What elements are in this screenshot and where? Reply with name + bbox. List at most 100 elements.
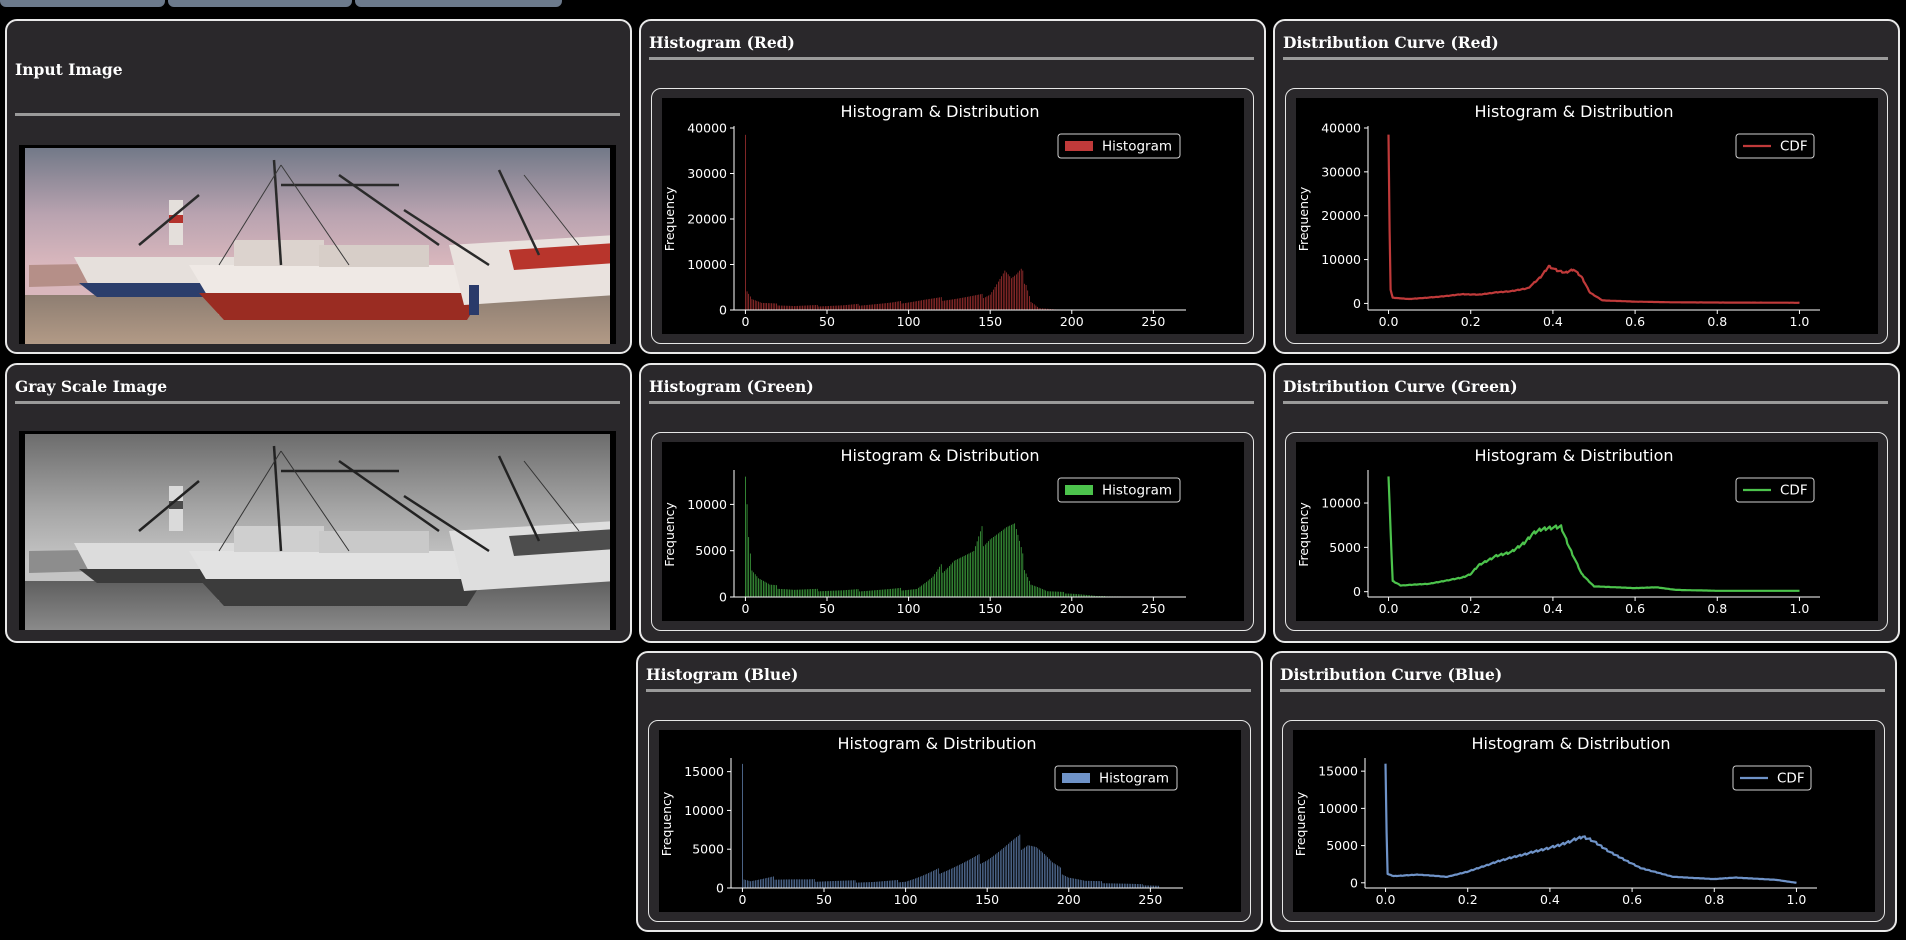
title-divider: [1280, 689, 1885, 692]
x-tick-label: 0.0: [1376, 892, 1396, 907]
histogram-bar: [971, 295, 973, 310]
histogram-bar: [970, 858, 972, 888]
histogram-bar: [1084, 880, 1086, 888]
histogram-bar: [873, 304, 875, 310]
histogram-bar: [874, 881, 875, 888]
histogram-bar: [785, 305, 787, 310]
x-tick-label: 0.6: [1625, 601, 1645, 616]
y-tick-label: 5000: [1326, 838, 1358, 853]
y-tick-label: 15000: [684, 764, 724, 779]
histogram-bar: [942, 872, 944, 888]
histogram-bar: [944, 571, 945, 597]
histogram-bar: [900, 301, 901, 310]
top-tab-2[interactable]: [168, 0, 352, 7]
chart-frame: Histogram & Distribution Frequency 0 50 100 1…: [651, 88, 1254, 344]
y-tick-label: 15000: [1318, 764, 1358, 779]
histogram-bar: [958, 558, 960, 597]
histogram-bar: [1035, 847, 1037, 888]
histogram-bar: [955, 866, 957, 888]
histogram-bar: [919, 586, 921, 597]
histogram-bar: [761, 579, 763, 597]
histogram-bar: [749, 296, 751, 310]
histogram-bar: [771, 303, 772, 310]
histogram-bar: [1052, 862, 1053, 888]
histogram-bar: [808, 879, 810, 888]
histogram-bar: [926, 873, 928, 888]
histogram-bar: [993, 855, 995, 888]
histogram-bar: [849, 880, 851, 888]
histogram-bar: [859, 305, 860, 310]
legend-label: CDF: [1777, 771, 1805, 787]
histogram-bar: [1088, 880, 1089, 888]
histogram-bar: [766, 877, 768, 888]
cdf-red-panel: Distribution Curve (Red) Histogram & Dis…: [1273, 19, 1900, 354]
histogram-bar: [841, 590, 843, 597]
histogram-bar: [748, 293, 750, 310]
histogram-bar: [960, 298, 962, 310]
histogram-bar: [973, 550, 975, 597]
histogram-bar: [764, 878, 766, 888]
histogram-bar: [869, 590, 870, 597]
histogram-bar: [991, 292, 993, 310]
histogram-bar: [1078, 879, 1079, 888]
histogram-bar: [1055, 591, 1056, 597]
histogram-bar: [760, 879, 761, 888]
histogram-bar: [975, 546, 976, 597]
y-tick-label: 10000: [1321, 252, 1361, 267]
histogram-bar: [1004, 270, 1006, 310]
histogram-bar: [918, 300, 919, 310]
histogram-bar: [807, 305, 808, 310]
y-tick-label: 0: [719, 303, 727, 318]
histogram-bar: [1030, 301, 1032, 310]
histogram-bar: [918, 877, 920, 888]
histogram-bar: [789, 879, 791, 888]
histogram-bar: [1065, 876, 1066, 888]
histogram-bar: [1027, 577, 1029, 597]
top-tab-3[interactable]: [355, 0, 562, 7]
histogram-bar: [1068, 593, 1069, 597]
top-tab-1[interactable]: [0, 0, 165, 7]
histogram-bar: [937, 297, 939, 310]
histogram-bar: [846, 590, 847, 597]
histogram-bar: [997, 533, 999, 597]
histogram-bar: [945, 569, 947, 597]
histogram-bar: [807, 879, 809, 888]
histogram-bar: [937, 569, 939, 597]
histogram-bar: [1007, 274, 1009, 310]
histogram-bar: [1136, 884, 1138, 888]
histogram-bar: [869, 882, 871, 888]
histogram-bar: [856, 882, 857, 888]
x-tick-label: 0.8: [1707, 601, 1727, 616]
histogram-bar: [869, 304, 870, 310]
histogram-bar: [1091, 880, 1092, 888]
histogram-red-chart: Histogram & Distribution Frequency 0 50 100 1…: [662, 98, 1244, 334]
x-tick-label: 0.2: [1458, 892, 1478, 907]
histogram-blue-chart: Histogram & Distribution Frequency 0 50 100 1…: [659, 730, 1241, 912]
histogram-bar: [887, 880, 888, 888]
histogram-bar: [890, 880, 892, 888]
histogram-bar: [939, 297, 940, 310]
histogram-bar: [833, 590, 834, 597]
histogram-bar: [1081, 880, 1083, 888]
histogram-bar: [957, 298, 958, 310]
gray-image-title: Gray Scale Image: [15, 377, 168, 396]
y-axis-label: Frequency: [659, 791, 674, 856]
histogram-bar: [771, 876, 773, 888]
histogram-bar: [780, 305, 782, 310]
histogram-bar: [829, 305, 831, 310]
legend-swatch: [1065, 485, 1093, 495]
histogram-bar: [952, 562, 954, 597]
histogram-bar: [1050, 860, 1052, 888]
histogram-bar: [748, 537, 750, 597]
histogram-bar: [1068, 877, 1070, 888]
histogram-bar: [1112, 883, 1114, 888]
histogram-bar: [758, 301, 759, 310]
histogram-bar: [1020, 268, 1022, 310]
histogram-bar: [776, 879, 778, 888]
histogram-bar: [743, 879, 745, 888]
histogram-bar: [823, 306, 825, 310]
histogram-bar: [870, 304, 872, 310]
x-tick-label: 150: [978, 601, 1002, 616]
histogram-bar: [1066, 593, 1068, 597]
cdf-blue-chart: Histogram & Distribution Frequency 0.0 0.2 0…: [1293, 730, 1875, 912]
